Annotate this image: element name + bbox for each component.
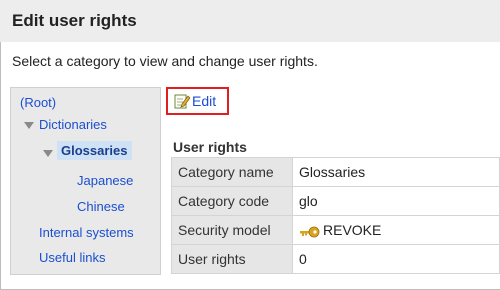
table-row: User rights 0 [171,244,500,274]
edit-link[interactable]: Edit [174,93,216,109]
key-icon [299,225,321,238]
tree-item-glossaries[interactable]: Glossaries [57,141,132,160]
row-value-category-name: Glossaries [292,157,500,187]
section-title-user-rights: User rights [173,139,247,155]
row-value-security-model: REVOKE [292,215,500,245]
tree-item-chinese[interactable]: Chinese [77,199,125,214]
tree-item-dictionaries[interactable]: Dictionaries [39,117,107,132]
row-label-category-name: Category name [171,157,293,187]
user-rights-table: Category name Glossaries Category code g… [171,157,500,274]
tree-item-root[interactable]: (Root) [20,95,56,110]
table-row: Category name Glossaries [171,157,500,187]
page-title: Edit user rights [12,11,137,30]
category-tree: (Root) Dictionaries Glossaries Japanese … [10,87,161,275]
tree-item-internal-systems[interactable]: Internal systems [39,225,134,240]
page-header: Edit user rights [0,0,500,42]
tree-item-useful-links[interactable]: Useful links [39,250,105,265]
tree-item-japanese[interactable]: Japanese [77,173,133,188]
expand-arrow-icon[interactable] [43,150,53,157]
row-value-category-code: glo [292,186,500,216]
row-label-category-code: Category code [171,186,293,216]
table-row: Category code glo [171,186,500,216]
expand-arrow-icon[interactable] [24,122,34,129]
row-label-security-model: Security model [171,215,293,245]
table-row: Security model REVOKE [171,215,500,245]
edit-link-label: Edit [192,93,217,109]
page-description: Select a category to view and change use… [12,53,318,69]
security-model-value: REVOKE [323,222,382,238]
row-label-user-rights: User rights [171,244,293,274]
edit-icon [174,93,191,109]
row-value-user-rights: 0 [292,244,500,274]
